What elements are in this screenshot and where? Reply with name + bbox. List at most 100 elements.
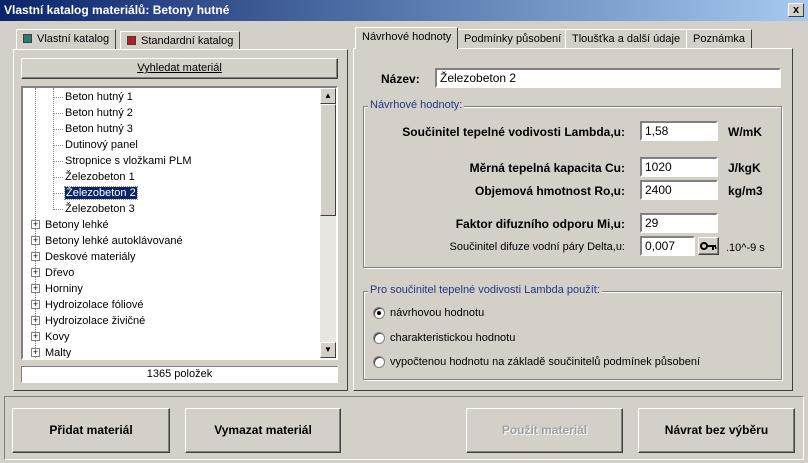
radio-computed-value-label: vypočtenou hodnotu na základě součinitel… <box>390 356 701 368</box>
tree-connector <box>53 193 63 194</box>
tree-group[interactable]: + Hydroizolace fóliové <box>23 297 143 313</box>
tree-group[interactable]: + Betony lehké autoklávované <box>23 233 183 249</box>
expand-icon[interactable]: + <box>31 268 40 277</box>
tree-connector <box>53 177 63 178</box>
tree-connector <box>53 113 63 114</box>
expand-icon[interactable]: + <box>31 332 40 341</box>
density-label: Objemová hmotnost Ro,u: <box>475 184 625 198</box>
tree-item-label: Železobeton 2 <box>64 186 138 200</box>
radio-computed-value[interactable] <box>373 356 385 368</box>
tree-group-label: Kovy <box>45 331 70 343</box>
radio-design-value-label: návrhovou hodnotu <box>390 307 485 319</box>
tree-group-label: Dřevo <box>45 267 75 279</box>
tree-connector <box>53 129 63 130</box>
tree-item-label: Stropnice s vložkami PLM <box>65 155 192 167</box>
heat-capacity-label: Měrná tepelná kapacita Cu: <box>469 161 625 175</box>
catalog-icon <box>23 34 32 43</box>
vapor-diffusion-label: Součinitel difuze vodní páry Delta,u: <box>449 241 626 253</box>
radio-characteristic-value-label: charakteristickou hodnotu <box>390 332 516 344</box>
heat-capacity-input[interactable]: 1020 <box>640 157 718 177</box>
density-input[interactable]: 2400 <box>640 180 718 200</box>
diffusion-factor-input[interactable]: 29 <box>640 213 718 233</box>
tree-group[interactable]: + Dřevo <box>23 265 74 281</box>
search-material-label: Vyhledat materiál <box>137 62 222 74</box>
tree-connector <box>53 97 63 98</box>
tab-label: Standardní katalog <box>141 35 234 47</box>
expand-icon[interactable]: + <box>31 284 40 293</box>
expand-icon[interactable]: + <box>31 348 40 357</box>
lambda-use-group-title: Pro součinitel tepelné vodivosti Lambda … <box>368 284 602 296</box>
tree-connector <box>53 161 63 162</box>
lambda-input[interactable]: 1,58 <box>640 121 718 141</box>
radio-characteristic-value[interactable] <box>373 332 385 344</box>
key-button[interactable] <box>698 237 719 255</box>
catalog-icon <box>127 36 136 45</box>
tree-item-label: Dutinový panel <box>65 139 138 151</box>
tree-group[interactable]: + Horniny <box>23 281 83 297</box>
close-button[interactable]: x <box>788 3 804 17</box>
tree-item-label: Beton hutný 2 <box>65 107 133 119</box>
expand-icon[interactable]: + <box>31 236 40 245</box>
diffusion-factor-label: Faktor difuzního odporu Mi,u: <box>455 217 625 231</box>
expand-icon[interactable]: + <box>31 220 40 229</box>
expand-icon[interactable]: + <box>31 252 40 261</box>
heat-capacity-unit: J/kgK <box>728 161 761 175</box>
tab-poznamka[interactable]: Poznámka <box>686 29 752 49</box>
tree-group[interactable]: + Deskové materiály <box>23 249 135 265</box>
add-material-button[interactable]: Přidat materiál <box>12 408 170 453</box>
radio-design-value[interactable] <box>373 307 385 319</box>
tree-item-child[interactable]: Dutinový panel <box>53 137 138 153</box>
expand-icon[interactable]: + <box>31 316 40 325</box>
tree-group-label: Horniny <box>45 283 83 295</box>
tab-label: Poznámka <box>693 33 745 45</box>
tree-group-label: Hydroizolace fóliové <box>45 299 144 311</box>
back-without-selection-button[interactable]: Návrat bez výběru <box>638 408 795 453</box>
tree-item-child[interactable]: Železobeton 1 <box>53 169 135 185</box>
item-count: 1365 položek <box>21 366 338 383</box>
tab-navrhove-hodnoty[interactable]: Návrhové hodnoty <box>355 27 459 49</box>
tree-group[interactable]: + Kovy <box>23 329 69 345</box>
window-title: Vlastní katalog materiálů: Betony hutné <box>4 3 230 17</box>
key-icon <box>700 242 717 250</box>
tree-item-label: Železobeton 1 <box>65 171 135 183</box>
vapor-diffusion-input[interactable]: 0,007 <box>640 236 695 256</box>
tab-podminky-pusobeni[interactable]: Podmínky působení <box>457 29 569 49</box>
tree-group[interactable]: + Malty <box>23 345 72 359</box>
material-tree[interactable]: Beton hutný 1 Beton hutný 2 Beton hutný … <box>21 86 338 360</box>
tree-group[interactable]: + Betony lehké <box>23 217 109 233</box>
expand-icon[interactable]: + <box>31 300 40 309</box>
tree-group[interactable]: + Hydroizolace živičné <box>23 313 145 329</box>
tree-item-child[interactable]: Beton hutný 3 <box>53 121 133 137</box>
tree-item-child[interactable]: Beton hutný 1 <box>53 89 133 105</box>
tree-item-label: Železobeton 3 <box>65 203 135 215</box>
lambda-label: Součinitel tepelné vodivosti Lambda,u: <box>402 125 625 139</box>
tree-item-child[interactable]: Beton hutný 2 <box>53 105 133 121</box>
use-material-button[interactable]: Použít materiál <box>466 408 623 453</box>
scroll-up-button[interactable]: ▲ <box>320 88 336 104</box>
tab-standardni-katalog[interactable]: Standardní katalog <box>120 31 241 49</box>
tab-label: Vlastní katalog <box>37 33 110 45</box>
tree-group-label: Betony lehké <box>45 219 109 231</box>
tree-item-label: Beton hutný 3 <box>65 123 133 135</box>
scroll-thumb[interactable] <box>320 104 336 216</box>
design-values-group-title: Návrhové hodnoty: <box>368 99 465 111</box>
tree-scrollbar[interactable]: ▲ ▼ <box>320 88 336 358</box>
name-label: Název: <box>381 72 420 86</box>
tab-vlastni-katalog[interactable]: Vlastní katalog <box>16 29 117 49</box>
vapor-diffusion-unit: .10^-9 s <box>726 242 765 254</box>
tree-item-selected[interactable]: Železobeton 2 <box>53 185 138 201</box>
window-titlebar: Vlastní katalog materiálů: Betony hutné … <box>0 0 808 21</box>
tree-item-child[interactable]: Železobeton 3 <box>53 201 135 217</box>
tree-item-child[interactable]: Stropnice s vložkami PLM <box>53 153 192 169</box>
tree-connector <box>53 209 63 210</box>
tree-group-label: Betony lehké autoklávované <box>45 235 183 247</box>
tab-tloustka[interactable]: Tloušťka a další údaje <box>565 29 688 49</box>
tree-group-label: Malty <box>45 347 72 359</box>
tree-item-label: Beton hutný 1 <box>65 91 133 103</box>
name-input[interactable]: Železobeton 2 <box>435 68 781 88</box>
search-material-button[interactable]: Vyhledat materiál <box>21 58 338 79</box>
lambda-unit: W/mK <box>728 125 762 139</box>
tree-connector <box>53 145 63 146</box>
scroll-down-button[interactable]: ▼ <box>320 342 336 358</box>
delete-material-button[interactable]: Vymazat materiál <box>185 408 341 453</box>
